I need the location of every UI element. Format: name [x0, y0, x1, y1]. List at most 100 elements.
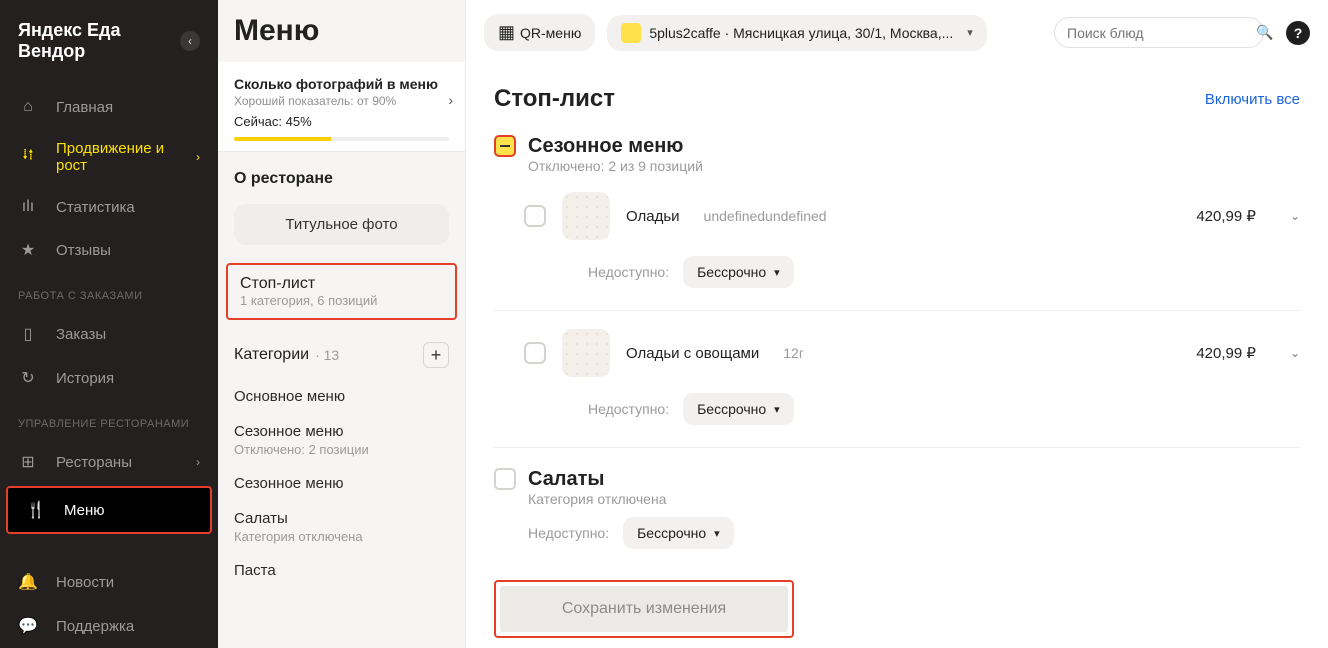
dish-name: Оладьи с овощами — [626, 345, 759, 362]
category-item[interactable]: Сезонное меню Отключено: 2 позиции — [218, 409, 465, 461]
sidebar-collapse-button[interactable]: ‹ — [180, 31, 200, 51]
chevron-right-icon: › — [448, 92, 453, 108]
dish-row: Оладьи с овощами 12г 420,99 ₽ ⌄ — [494, 311, 1300, 383]
qr-label: QR-меню — [520, 25, 581, 41]
chevron-down-icon: ▾ — [967, 26, 973, 39]
categories-title: Категории — [234, 346, 309, 364]
help-button[interactable]: ? — [1286, 21, 1310, 45]
availability-term-picker[interactable]: Бессрочно ▾ — [683, 393, 794, 425]
availability-row: Недоступно: Бессрочно ▾ — [494, 507, 1300, 571]
category-sub: Категория отключена — [234, 529, 449, 544]
nav-support-label: Поддержка — [56, 618, 200, 635]
stoplist-group: Сезонное меню Отключено: 2 из 9 позиций … — [494, 135, 1300, 448]
dish-checkbox[interactable] — [524, 342, 546, 364]
nav-orders[interactable]: ▯ Заказы — [0, 312, 218, 356]
reviews-icon: ★ — [18, 240, 38, 260]
restaurant-picker[interactable]: 5plus2caffe · Мясницкая улица, 30/1, Мос… — [607, 15, 986, 51]
nav-home-label: Главная — [56, 99, 200, 116]
nav-stats-label: Статистика — [56, 199, 200, 216]
group-sub: Отключено: 2 из 9 позиций — [528, 158, 703, 174]
nav-support[interactable]: 💬 Поддержка — [0, 604, 218, 648]
nav-menu-label: Меню — [64, 502, 192, 519]
stoplist-title: Стоп-лист — [240, 275, 443, 293]
chevron-down-icon: ▾ — [714, 527, 720, 540]
term-label: Бессрочно — [697, 264, 766, 280]
category-item[interactable]: Салаты Категория отключена — [218, 496, 465, 548]
availability-label: Недоступно: — [588, 264, 669, 280]
availability-label: Недоступно: — [588, 401, 669, 417]
app-title: Яндекс Еда Вендор — [18, 20, 180, 62]
term-label: Бессрочно — [697, 401, 766, 417]
search-icon: 🔍 — [1256, 24, 1273, 41]
availability-term-picker[interactable]: Бессрочно ▾ — [623, 517, 734, 549]
group-head: Сезонное меню Отключено: 2 из 9 позиций — [494, 135, 1300, 174]
photos-title: Сколько фотографий в меню — [234, 76, 449, 92]
title-photo-button[interactable]: Титульное фото — [234, 204, 449, 245]
dish-thumb — [562, 329, 610, 377]
category-item[interactable]: Паста — [218, 548, 465, 583]
group-sub: Категория отключена — [528, 491, 666, 507]
nav-group-manage: УПРАВЛЕНИЕ РЕСТОРАНАМИ — [0, 400, 218, 440]
category-item[interactable]: Основное меню — [218, 374, 465, 409]
orders-icon: ▯ — [18, 324, 38, 344]
category-item[interactable]: Сезонное меню — [218, 461, 465, 496]
dish-thumb — [562, 192, 610, 240]
nav-restaurants-label: Рестораны — [56, 454, 178, 471]
enable-all-link[interactable]: Включить все — [1205, 91, 1300, 108]
group-checkbox[interactable] — [494, 135, 516, 157]
menu-panel: Меню Сколько фотографий в меню Хороший п… — [218, 0, 466, 648]
main-area: ▦ QR-меню 5plus2caffe · Мясницкая улица,… — [466, 0, 1328, 648]
nav-growth[interactable]: ⭭⭫ Продвижение и рост › — [0, 128, 218, 186]
add-category-button[interactable]: + — [423, 342, 449, 368]
search-input[interactable] — [1067, 25, 1248, 41]
chevron-down-icon[interactable]: ⌄ — [1290, 209, 1300, 223]
panel-heading: Меню — [218, 0, 465, 62]
group-checkbox[interactable] — [494, 468, 516, 490]
search-box[interactable]: 🔍 — [1054, 17, 1264, 48]
nav-restaurants[interactable]: ⊞ Рестораны › — [0, 440, 218, 484]
dish-note: undefinedundefined — [704, 208, 827, 224]
nav-orders-label: Заказы — [56, 326, 200, 343]
nav-news[interactable]: 🔔 Новости — [0, 560, 218, 604]
dish-name: Оладьи — [626, 208, 680, 225]
restaurant-icon — [621, 23, 641, 43]
save-button-label: Сохранить изменения — [500, 586, 788, 632]
restaurants-icon: ⊞ — [18, 452, 38, 472]
dish-row: Оладьи undefinedundefined 420,99 ₽ ⌄ — [494, 174, 1300, 246]
stoplist-group: Салаты Категория отключена Недоступно: Б… — [494, 468, 1300, 571]
nav-history-label: История — [56, 370, 200, 387]
chevron-right-icon: › — [196, 455, 200, 469]
nav-home[interactable]: ⌂ Главная — [0, 86, 218, 128]
chevron-down-icon: ▾ — [774, 266, 780, 279]
chevron-down-icon: ▾ — [774, 403, 780, 416]
chevron-down-icon[interactable]: ⌄ — [1290, 346, 1300, 360]
nav-menu[interactable]: 🍴 Меню — [6, 486, 212, 534]
stoplist-nav[interactable]: Стоп-лист 1 категория, 6 позиций — [226, 263, 457, 320]
availability-term-picker[interactable]: Бессрочно ▾ — [683, 256, 794, 288]
photos-progress-bar — [234, 137, 449, 141]
chevron-right-icon: › — [196, 150, 200, 164]
categories-count: · 13 — [315, 347, 339, 363]
dish-note: 12г — [783, 345, 804, 361]
stoplist-sub: 1 категория, 6 позиций — [240, 293, 443, 308]
availability-label: Недоступно: — [528, 525, 609, 541]
category-title: Паста — [234, 562, 449, 579]
nav-reviews[interactable]: ★ Отзывы — [0, 228, 218, 272]
category-title: Салаты — [234, 510, 449, 527]
dish-checkbox[interactable] — [524, 205, 546, 227]
availability-row: Недоступно: Бессрочно ▾ — [494, 246, 1300, 311]
nav-stats[interactable]: ılı Статистика — [0, 186, 218, 228]
category-sub: Отключено: 2 позиции — [234, 442, 449, 457]
photos-progress-card[interactable]: Сколько фотографий в меню Хороший показа… — [218, 62, 465, 152]
save-button-wrap: Сохранить изменения — [494, 580, 794, 638]
group-head: Салаты Категория отключена — [494, 468, 1300, 507]
topbar: ▦ QR-меню 5plus2caffe · Мясницкая улица,… — [466, 0, 1328, 65]
home-icon: ⌂ — [18, 98, 38, 116]
nav-news-label: Новости — [56, 574, 200, 591]
nav-history[interactable]: ↻ История — [0, 356, 218, 400]
qr-menu-button[interactable]: ▦ QR-меню — [484, 14, 595, 51]
photos-sub: Хороший показатель: от 90% — [234, 94, 449, 108]
content: Стоп-лист Включить все Сезонное меню Отк… — [466, 65, 1328, 648]
about-title: О ресторане — [218, 152, 465, 194]
save-button[interactable]: Сохранить изменения — [494, 580, 794, 638]
